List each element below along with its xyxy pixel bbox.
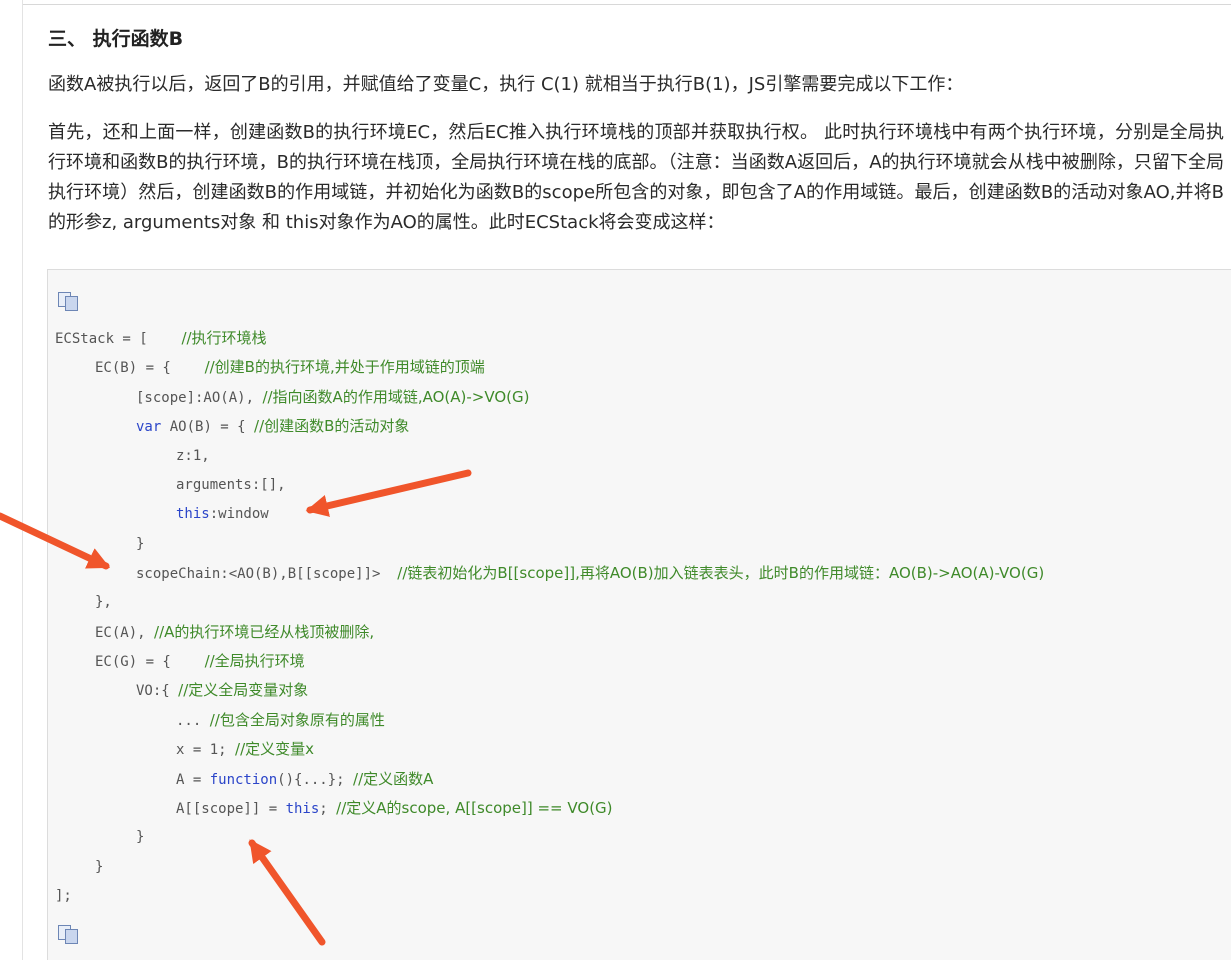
code-line: A = function(){...}; //定义函数A (176, 770, 434, 788)
code-line: VO:{ //定义全局变量对象 (136, 681, 309, 699)
explanation-paragraph: 首先，还和上面一样，创建函数B的执行环境EC，然后EC推入执行环境栈的顶部并获取… (48, 122, 1224, 233)
code-line: }, (95, 594, 112, 610)
code-line: } (136, 536, 145, 552)
code-line: } (136, 829, 145, 845)
code-line: EC(B) = { //创建B的执行环境,并处于作用域链的顶端 (95, 358, 485, 376)
left-border (22, 0, 23, 960)
code-line: EC(A), //A的执行环境已经从栈顶被删除, (95, 623, 375, 641)
copy-icon[interactable] (58, 925, 78, 944)
top-border (22, 0, 1231, 5)
code-line: x = 1; //定义变量x (176, 740, 315, 758)
code-line: ... //包含全局对象原有的属性 (176, 711, 385, 729)
section-heading: 三、 执行函数B (48, 28, 184, 50)
code-line: [scope]:AO(A), //指向函数A的作用域链,AO(A)->VO(G) (136, 388, 530, 406)
code-line: z:1, (176, 448, 210, 464)
code-line: ECStack = [ //执行环境栈 (55, 329, 267, 347)
code-line: } (95, 859, 104, 875)
copy-icon[interactable] (58, 292, 78, 311)
code-line: scopeChain:<AO(B),B[[scope]]> //链表初始化为B[… (136, 564, 1045, 582)
code-line: A[[scope]] = this; //定义A的scope, A[[scope… (176, 799, 613, 817)
code-line: arguments:[], (176, 477, 286, 493)
code-line: var AO(B) = { //创建函数B的活动对象 (136, 417, 410, 435)
intro-paragraph: 函数A被执行以后，返回了B的引用，并赋值给了变量C，执行 C(1) 就相当于执行… (48, 74, 964, 95)
code-line: EC(G) = { //全局执行环境 (95, 652, 305, 670)
code-line: this:window (176, 506, 269, 522)
code-line: ]; (55, 888, 72, 904)
